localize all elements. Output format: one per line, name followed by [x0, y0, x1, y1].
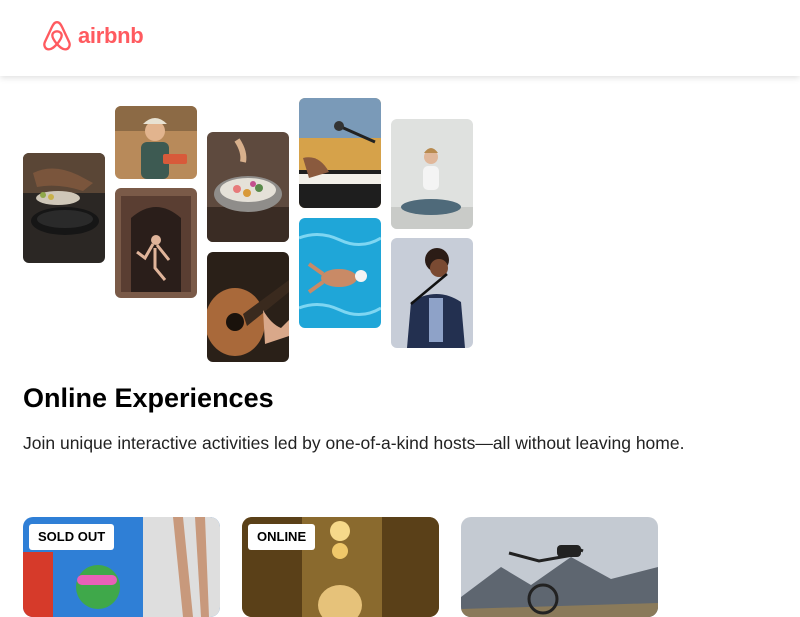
top-header: airbnb [0, 0, 800, 76]
collage-photo-yoga [391, 119, 473, 229]
experience-card-2[interactable]: ONLINE [242, 517, 439, 617]
airbnb-belo-icon [43, 21, 71, 51]
collage-photo-piano [299, 98, 381, 208]
collage-photo-dancer [115, 188, 197, 298]
experience-card-3[interactable] [461, 517, 658, 617]
experience-card-1[interactable]: SOLD OUT [23, 517, 220, 617]
online-badge: ONLINE [248, 524, 316, 550]
collage-photo-singer [391, 238, 473, 348]
sold-out-badge: SOLD OUT [29, 524, 115, 550]
collage-photo-cooking [23, 153, 105, 263]
collage-photo-woman-serving [115, 106, 197, 179]
logo-wordmark: airbnb [78, 23, 144, 48]
collage-photo-guitar [207, 252, 289, 362]
collage-photo-plated-dish [207, 132, 289, 242]
page-title: Online Experiences [23, 383, 274, 413]
page-subtitle: Join unique interactive activities led b… [23, 433, 685, 453]
airbnb-logo[interactable]: airbnb [40, 19, 144, 53]
collage-photo-swimmer [299, 218, 381, 328]
